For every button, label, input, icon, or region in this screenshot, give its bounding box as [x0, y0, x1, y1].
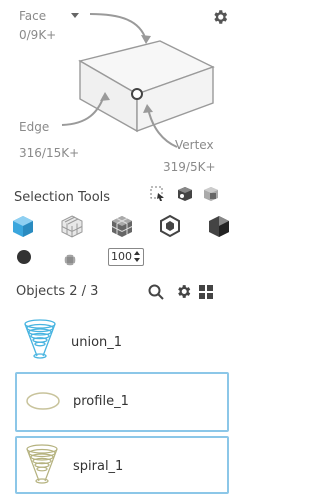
vertex-count: 319/5K+ [163, 160, 216, 174]
tool-solid-cube-icon[interactable] [11, 214, 35, 238]
brush-textured-icon[interactable] [64, 251, 76, 266]
tool-grid-cube-icon[interactable] [60, 214, 84, 238]
object-row-union[interactable]: union_1 [15, 314, 225, 366]
objects-settings-gear-icon[interactable] [175, 283, 192, 300]
select-cube-icon[interactable] [177, 186, 193, 202]
tool-half-cube-icon[interactable] [207, 214, 231, 238]
object-label: spiral_1 [73, 459, 124, 474]
vertex-marker [131, 88, 143, 100]
objects-title: Objects 2 / 3 [16, 284, 99, 299]
select-cursor-icon[interactable] [150, 186, 166, 202]
stepper-up-icon[interactable] [134, 251, 140, 255]
grid-view-icon[interactable] [198, 284, 214, 300]
selection-tools-title: Selection Tools [14, 190, 111, 205]
object-label: union_1 [71, 335, 123, 350]
face-pointer-arrow [89, 13, 147, 41]
select-box-icon[interactable] [203, 186, 219, 202]
brush-size-value[interactable]: 100 [111, 250, 132, 263]
union-spiral-thumbnail-icon [23, 318, 57, 362]
edge-label[interactable]: Edge [19, 120, 49, 134]
vertex-label[interactable]: Vertex [175, 138, 214, 152]
stepper-down-icon[interactable] [134, 258, 140, 262]
profile-ellipse-thumbnail-icon [25, 391, 61, 411]
search-icon[interactable] [148, 284, 164, 300]
tool-dark-grid-cube-icon[interactable] [110, 214, 134, 238]
tool-hex-cube-icon[interactable] [158, 214, 182, 238]
object-row-spiral[interactable]: spiral_1 [15, 436, 229, 494]
object-row-profile[interactable]: profile_1 [15, 372, 229, 432]
object-label: profile_1 [73, 394, 129, 409]
edge-count: 316/15K+ [19, 146, 80, 160]
brush-solid-icon[interactable] [17, 250, 31, 264]
spiral-thumbnail-icon [25, 443, 59, 487]
brush-size-stepper[interactable]: 100 [108, 248, 144, 266]
